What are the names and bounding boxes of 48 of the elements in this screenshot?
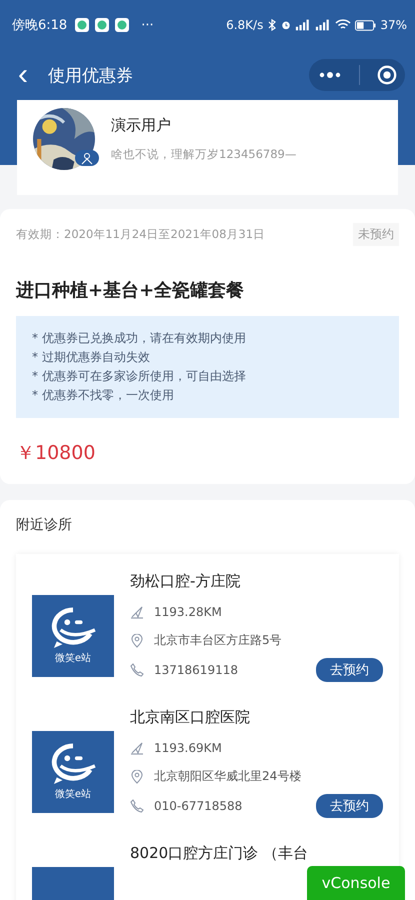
coupon-title: 进口种植+基台+全瓷罐套餐 [16, 279, 246, 302]
booking-status-tag: 未预约 [353, 223, 399, 246]
wifi-icon [335, 19, 352, 31]
note-text: * 过期优惠券自动失效 [32, 349, 151, 366]
phone-icon [130, 662, 144, 676]
signal-icon [295, 19, 312, 31]
note-text: * 优惠券可在多家诊所使用，可自由选择 [32, 368, 247, 385]
alarm-icon [281, 19, 292, 31]
clinic-distance: 1193.28KM [154, 604, 222, 618]
note-text: * 优惠券不找零，一次使用 [32, 387, 175, 404]
clinic-address: 北京市丰台区方庄路5号 [154, 632, 282, 649]
bluetooth-icon [267, 19, 278, 31]
clinic-phone: 13718619118 [154, 662, 238, 676]
app-notification-icon [95, 18, 110, 32]
network-speed: 6.8K/s [226, 18, 264, 32]
book-button[interactable]: 去预约 [316, 794, 383, 818]
user-name: 演示用户 [111, 116, 172, 135]
user-bio: 啥也不说，理解万岁123456789— [111, 147, 296, 162]
phone-icon [130, 798, 144, 812]
note-text: * 优惠券已兑换成功，请在有效期内使用 [32, 330, 247, 347]
logo-text: 微笑e站 [54, 788, 92, 801]
clinic-address: 北京朝阳区华威北里24号楼 [154, 768, 302, 785]
status-time: 傍晚6:18 [12, 17, 68, 34]
validity-period: 有效期：2020年11月24日至2021年08月31日 [16, 227, 266, 242]
navigation-icon [130, 740, 144, 754]
battery-percent: 37% [380, 18, 407, 32]
app-notification-icon [75, 18, 90, 32]
close-target-icon[interactable] [376, 65, 396, 85]
more-notifications: ··· [141, 18, 154, 32]
location-pin-icon [130, 634, 144, 648]
coupon-price: ￥10800 [16, 441, 96, 466]
app-notification-icon [115, 18, 130, 32]
signal-icon [315, 19, 332, 31]
clinic-phone: 010-67718588 [154, 798, 242, 812]
page-title: 使用优惠券 [48, 64, 133, 86]
clinic-name: 劲松口腔-方庄院 [130, 572, 242, 591]
clinic-name: 北京南区口腔医院 [130, 708, 251, 727]
back-button[interactable]: ‹ [12, 60, 34, 90]
clinic-distance: 1193.69KM [154, 740, 222, 754]
user-badge-icon [75, 150, 99, 166]
navigation-icon [130, 604, 144, 618]
clinic-name: 8020口腔方庄门诊 （丰台 [130, 844, 309, 863]
logo-text: 微笑e站 [54, 652, 92, 665]
section-title: 附近诊所 [16, 516, 73, 534]
book-button[interactable]: 去预约 [316, 658, 383, 682]
more-icon[interactable] [318, 71, 342, 79]
location-pin-icon [130, 770, 144, 784]
battery-icon [355, 20, 376, 30]
